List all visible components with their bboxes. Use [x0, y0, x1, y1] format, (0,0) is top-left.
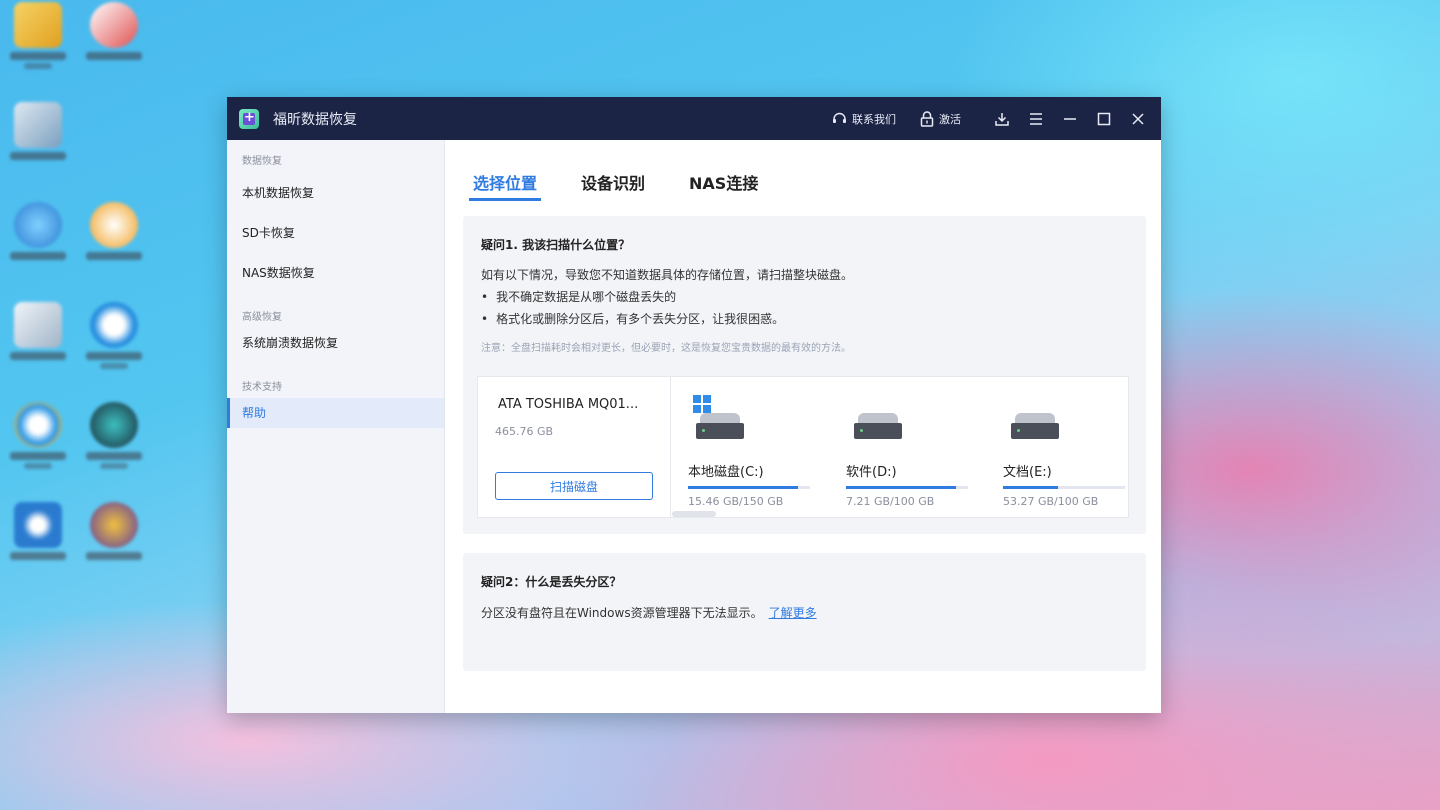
maximize-icon [1097, 112, 1111, 125]
contact-us-label: 联系我们 [852, 112, 896, 126]
desktop-icon-edge[interactable] [84, 302, 144, 369]
minimize-button[interactable] [1053, 97, 1087, 140]
tab-device-recognition[interactable]: 设备识别 [577, 170, 649, 201]
partition-capacity: 53.27 GB/100 GB [1003, 495, 1099, 508]
desktop-icon-game[interactable] [84, 502, 144, 560]
main-content: 选择位置 设备识别 NAS连接 疑问1. 我该扫描什么位置？ 如有以下情况，导致… [445, 140, 1161, 713]
tab-select-location[interactable]: 选择位置 [469, 170, 542, 201]
disk-size: 465.76 GB [495, 425, 554, 438]
sidebar: 数据恢复 本机数据恢复 SD卡恢复 NAS数据恢复 高级恢复 系统崩溃数据恢复 … [227, 140, 445, 713]
partition-d[interactable]: 软件(D:) 7.21 GB/100 GB [846, 401, 970, 508]
disk-panel: ATA TOSHIBA MQ01... 465.76 GB 扫描磁盘 本地磁盘(… [477, 376, 1129, 518]
question-2-text: 分区没有盘符且在Windows资源管理器下无法显示。 [481, 606, 763, 620]
partition-capacity: 7.21 GB/100 GB [846, 495, 935, 508]
desktop-icon-settings[interactable] [8, 502, 68, 560]
horizontal-scrollbar[interactable] [672, 511, 716, 517]
partition-capacity: 15.46 GB/150 GB [688, 495, 784, 508]
minimize-icon [1064, 117, 1076, 120]
partition-usage-bar [1003, 486, 1125, 489]
sidebar-section-support: 技术支持 [242, 382, 282, 393]
desktop-icon-recycle-bin[interactable] [8, 302, 68, 360]
close-button[interactable] [1121, 97, 1155, 140]
headset-icon [833, 112, 846, 123]
question-2-card: 疑问2：什么是丢失分区？ 分区没有盘符且在Windows资源管理器下无法显示。了… [463, 553, 1146, 671]
menu-button[interactable] [1019, 97, 1053, 140]
sidebar-section-data-recovery: 数据恢复 [242, 156, 282, 167]
app-title: 福昕数据恢复 [273, 111, 357, 128]
activate-button[interactable]: 激活 [920, 110, 961, 127]
activate-label: 激活 [939, 112, 961, 126]
question-1-description: 如有以下情况，导致您不知道数据具体的存储位置，请扫描整块磁盘。 [481, 268, 854, 282]
contact-us-button[interactable]: 联系我们 [832, 111, 896, 127]
question-1-note: 注意：全盘扫描耗时会相对更长，但必要时，这是恢复您宝贵数据的最有效的方法。 [481, 343, 851, 354]
bullet-text: 我不确定数据是从哪个磁盘丢失的 [496, 290, 677, 304]
tab-bar: 选择位置 设备识别 NAS连接 [469, 170, 798, 201]
partition-e[interactable]: 文档(E:) 53.27 GB/100 GB [1003, 401, 1127, 508]
question-1-bullet: 格式化或删除分区后，有多个丢失分区，让我很困惑。 [481, 310, 784, 327]
menu-icon [1030, 112, 1042, 125]
drive-icon [854, 413, 902, 443]
desktop-icon-app[interactable] [84, 402, 144, 469]
question-2-description: 分区没有盘符且在Windows资源管理器下无法显示。 了解更多 [481, 604, 817, 621]
title-bar: 福昕数据恢复 联系我们 激活 [227, 97, 1161, 140]
partition-c[interactable]: 本地磁盘(C:) 15.46 GB/150 GB [688, 401, 812, 508]
disk-name: ATA TOSHIBA MQ01... [498, 397, 639, 412]
question-2-title: 疑问2：什么是丢失分区？ [481, 575, 622, 589]
drive-icon [696, 413, 744, 443]
desktop-icon-network[interactable] [8, 202, 68, 260]
desktop-icon-computer[interactable] [8, 102, 68, 160]
drive-icon [1011, 413, 1059, 443]
question-1-bullet: 我不确定数据是从哪个磁盘丢失的 [481, 288, 676, 305]
sidebar-item-nas-recovery[interactable]: NAS数据恢复 [227, 258, 444, 288]
question-1-title: 疑问1. 我该扫描什么位置？ [481, 238, 631, 252]
download-button[interactable] [985, 97, 1019, 140]
partition-usage-bar [846, 486, 968, 489]
partition-name: 文档(E:) [1003, 465, 1052, 480]
close-icon [1132, 112, 1144, 125]
maximize-button[interactable] [1087, 97, 1121, 140]
tab-nas-connection[interactable]: NAS连接 [685, 170, 762, 201]
bullet-text: 格式化或删除分区后，有多个丢失分区，让我很困惑。 [496, 312, 785, 326]
scan-disk-button[interactable]: 扫描磁盘 [495, 472, 653, 500]
disk-info: ATA TOSHIBA MQ01... 465.76 GB 扫描磁盘 [478, 377, 671, 517]
desktop-icon-ie[interactable] [8, 402, 68, 469]
partition-name: 软件(D:) [846, 465, 897, 480]
sidebar-section-advanced: 高级恢复 [242, 312, 282, 323]
sidebar-item-local-recovery[interactable]: 本机数据恢复 [227, 178, 444, 208]
desktop-icon-2[interactable] [84, 2, 144, 60]
desktop-icon-1[interactable] [8, 2, 68, 69]
app-window: 福昕数据恢复 联系我们 激活 数据恢复 本机数据恢复 SD [227, 97, 1161, 713]
sidebar-item-help[interactable]: 帮助 [227, 398, 444, 428]
learn-more-link[interactable]: 了解更多 [769, 606, 817, 620]
sidebar-item-crash-recovery[interactable]: 系统崩溃数据恢复 [227, 328, 444, 358]
desktop-icon-player[interactable] [84, 202, 144, 260]
partition-name: 本地磁盘(C:) [688, 465, 764, 480]
lock-icon [920, 110, 934, 127]
app-logo-icon [239, 108, 259, 129]
sidebar-item-sd-recovery[interactable]: SD卡恢复 [227, 218, 444, 248]
partition-usage-bar [688, 486, 810, 489]
question-1-card: 疑问1. 我该扫描什么位置？ 如有以下情况，导致您不知道数据具体的存储位置，请扫… [463, 216, 1146, 534]
download-icon [995, 112, 1009, 126]
